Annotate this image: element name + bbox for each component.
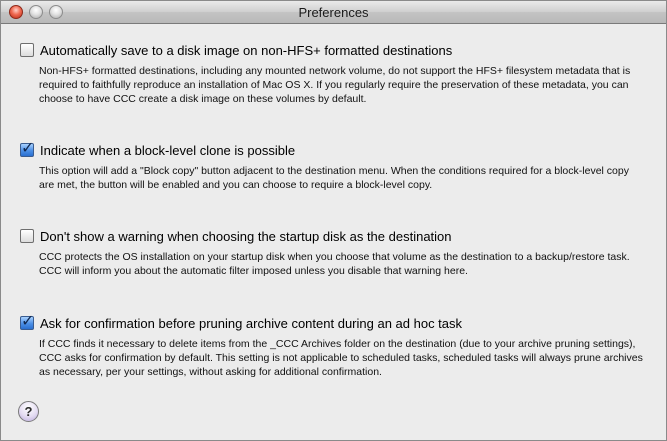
option-auto-disk-image: Automatically save to a disk image on no…: [20, 41, 646, 106]
block-level-clone-description: This option will add a "Block copy" butt…: [39, 165, 629, 191]
startup-disk-warning-checkbox[interactable]: [20, 229, 34, 243]
auto-disk-image-label[interactable]: Automatically save to a disk image on no…: [40, 43, 452, 58]
option-block-level-clone: ✓ Indicate when a block-level clone is p…: [20, 138, 646, 192]
block-level-clone-checkbox[interactable]: ✓: [20, 138, 34, 157]
block-level-clone-label[interactable]: Indicate when a block-level clone is pos…: [40, 143, 295, 158]
option-pruning-confirmation: ✓ Ask for confirmation before pruning ar…: [20, 311, 646, 379]
option-startup-disk-warning: Don't show a warning when choosing the s…: [20, 227, 646, 278]
help-button[interactable]: ?: [18, 401, 39, 422]
help-icon: ?: [24, 404, 33, 419]
pruning-confirmation-description: If CCC finds it necessary to delete item…: [39, 338, 643, 378]
pruning-confirmation-label[interactable]: Ask for confirmation before pruning arch…: [40, 316, 462, 331]
checkmark-icon: ✓: [21, 311, 35, 330]
startup-disk-warning-description: CCC protects the OS installation on your…: [39, 251, 630, 277]
title-bar[interactable]: Preferences: [1, 1, 666, 24]
option-row[interactable]: Automatically save to a disk image on no…: [20, 41, 646, 59]
pruning-confirmation-checkbox[interactable]: ✓: [20, 311, 34, 330]
option-row[interactable]: Don't show a warning when choosing the s…: [20, 227, 646, 245]
auto-disk-image-description: Non-HFS+ formatted destinations, includi…: [39, 65, 631, 105]
preferences-content: Automatically save to a disk image on no…: [1, 24, 666, 440]
checkmark-icon: ✓: [21, 138, 35, 157]
preferences-window: Preferences Automatically save to a disk…: [0, 0, 667, 441]
startup-disk-warning-label[interactable]: Don't show a warning when choosing the s…: [40, 229, 452, 244]
window-title: Preferences: [298, 5, 369, 20]
auto-disk-image-checkbox[interactable]: [20, 43, 34, 57]
option-row[interactable]: ✓ Ask for confirmation before pruning ar…: [20, 311, 646, 332]
option-row[interactable]: ✓ Indicate when a block-level clone is p…: [20, 138, 646, 159]
